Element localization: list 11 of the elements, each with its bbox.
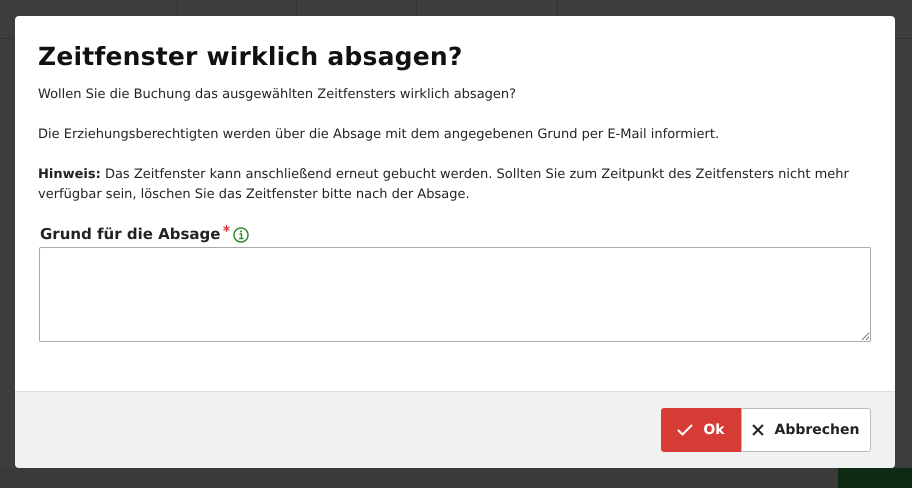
info-icon[interactable]	[233, 227, 250, 243]
reason-field[interactable]	[39, 247, 871, 342]
dialog-text: Wollen Sie die Buchung das ausgewählten Zeitfensters wirklich absagen?	[38, 86, 518, 104]
dialog-text: Die Erziehungsberechtigten werden über die Absage mit dem angegebenen Grund per E-Mail informiert.	[38, 126, 720, 144]
field-label: Grund für die Absage	[40, 225, 220, 243]
check-icon	[677, 424, 694, 436]
close-icon	[752, 424, 764, 436]
dialog-text: Hinweis: Das Zeitfenster kann anschließend erneut gebucht werden. Sollten Sie zum Zeitpunkt des Zeitfensters nicht mehr verfügbar sein, löschen Sie das Zeitfenster bitte nach der Absage.	[38, 166, 850, 204]
dialog-title: Zeitfenster wirklich absagen?	[38, 42, 464, 71]
ok-button[interactable]: Ok	[661, 408, 741, 452]
cancel-button[interactable]: Abbrechen	[741, 408, 871, 452]
